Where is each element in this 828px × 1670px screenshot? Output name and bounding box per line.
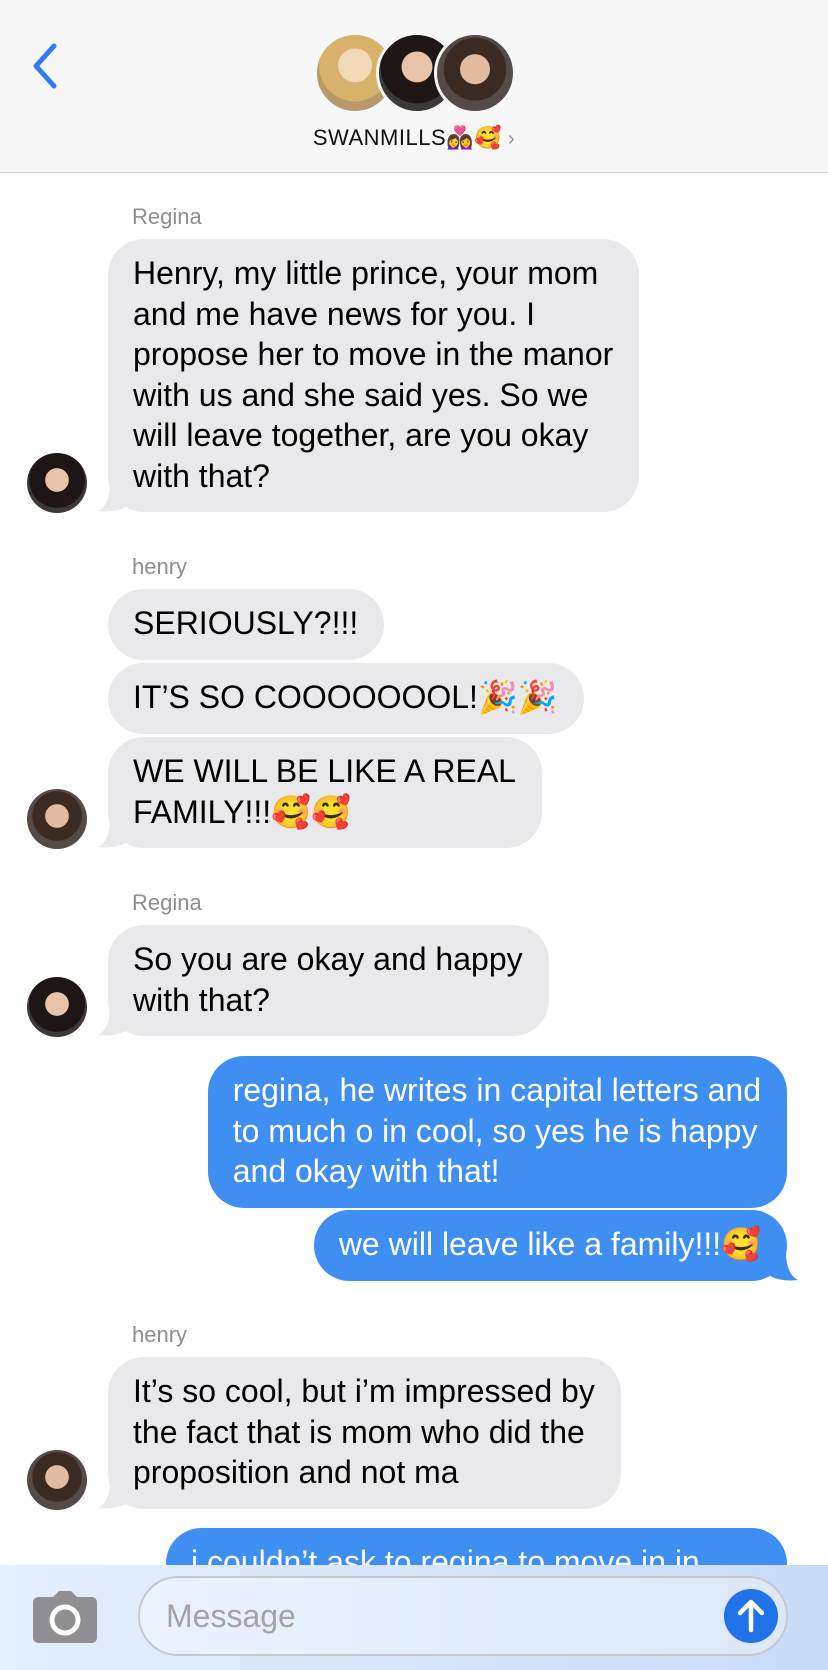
message-line: Henry, my little prince, your mom xyxy=(133,255,599,291)
message-bubble-incoming[interactable]: It’s so cool, but i’m impressed by the f… xyxy=(108,1357,621,1509)
message-input[interactable] xyxy=(166,1596,706,1636)
conversation-header: SWANMILLS👩‍❤️‍👩🥰 › xyxy=(0,0,828,173)
henry-avatar[interactable] xyxy=(27,789,87,849)
message-line: and okay with that! xyxy=(232,1153,500,1189)
message-line: regina, he writes in capital letters and xyxy=(232,1072,761,1108)
arrow-up-icon xyxy=(737,1599,765,1633)
henry-avatar[interactable] xyxy=(27,1450,87,1510)
message-bubble-incoming[interactable]: WE WILL BE LIKE A REAL FAMILY!!!🥰🥰 xyxy=(108,737,542,848)
send-button[interactable] xyxy=(724,1589,778,1643)
message-bubble-outgoing[interactable]: we will leave like a family!!!🥰 xyxy=(313,1210,787,1281)
message-line: with that? xyxy=(133,457,270,494)
message-line: FAMILY!!!🥰🥰 xyxy=(133,793,351,830)
message-field[interactable] xyxy=(138,1576,788,1656)
message-line: WE WILL BE LIKE A REAL xyxy=(133,753,516,789)
message-line: to much o in cool, so yes he is happy xyxy=(232,1112,758,1149)
group-title[interactable]: SWANMILLS👩‍❤️‍👩🥰 › xyxy=(0,125,828,151)
message-bubble-incoming[interactable]: Henry, my little prince, your mom and me… xyxy=(108,239,640,512)
sender-name: henry xyxy=(132,554,188,579)
message-line: SERIOUSLY?!!! xyxy=(133,605,359,641)
message-input-bar xyxy=(0,1565,828,1670)
regina-avatar[interactable] xyxy=(27,453,87,513)
bubble-tail xyxy=(770,1252,798,1281)
sender-name: Regina xyxy=(132,890,202,915)
chevron-right-icon: › xyxy=(507,128,516,150)
back-chevron-icon[interactable] xyxy=(26,38,66,94)
sender-name: Regina xyxy=(132,204,202,229)
message-line: and me have news for you. I xyxy=(133,295,535,332)
bubble-tail xyxy=(98,1007,126,1036)
bubble-tail xyxy=(98,1480,126,1509)
message-bubble-outgoing[interactable]: regina, he writes in capital letters and… xyxy=(207,1056,787,1208)
message-line: we will leave like a family!!!🥰 xyxy=(338,1226,761,1262)
message-bubble-incoming[interactable]: IT’S SO COOOOOOOL!🎉🎉 xyxy=(108,663,584,734)
bubble-tail xyxy=(98,819,126,848)
group-name: SWANMILLS👩‍❤️‍👩🥰 xyxy=(312,125,502,150)
message-line: IT’S SO COOOOOOOL!🎉🎉 xyxy=(133,679,558,715)
bubble-tail xyxy=(98,483,126,512)
message-bubble-incoming[interactable]: SERIOUSLY?!!! xyxy=(108,589,385,660)
sender-name: henry xyxy=(132,1322,188,1347)
message-line: proposition and not ma xyxy=(133,1454,459,1490)
message-line: It’s so cool, but i’m impressed by xyxy=(133,1373,595,1409)
message-line: with that? xyxy=(133,981,270,1018)
message-line: the fact that is mom who did the xyxy=(133,1413,585,1450)
message-line: will leave together, are you okay xyxy=(133,417,589,453)
henry-avatar xyxy=(434,32,516,114)
message-line: propose her to move in the manor xyxy=(133,336,614,372)
regina-avatar[interactable] xyxy=(27,977,87,1037)
message-line: with us and she said yes. So we xyxy=(133,376,589,413)
message-line: So you are okay and happy xyxy=(133,941,523,977)
camera-icon[interactable] xyxy=(33,1591,97,1643)
message-bubble-incoming[interactable]: So you are okay and happy with that? xyxy=(108,925,549,1036)
group-avatars[interactable] xyxy=(314,32,516,116)
